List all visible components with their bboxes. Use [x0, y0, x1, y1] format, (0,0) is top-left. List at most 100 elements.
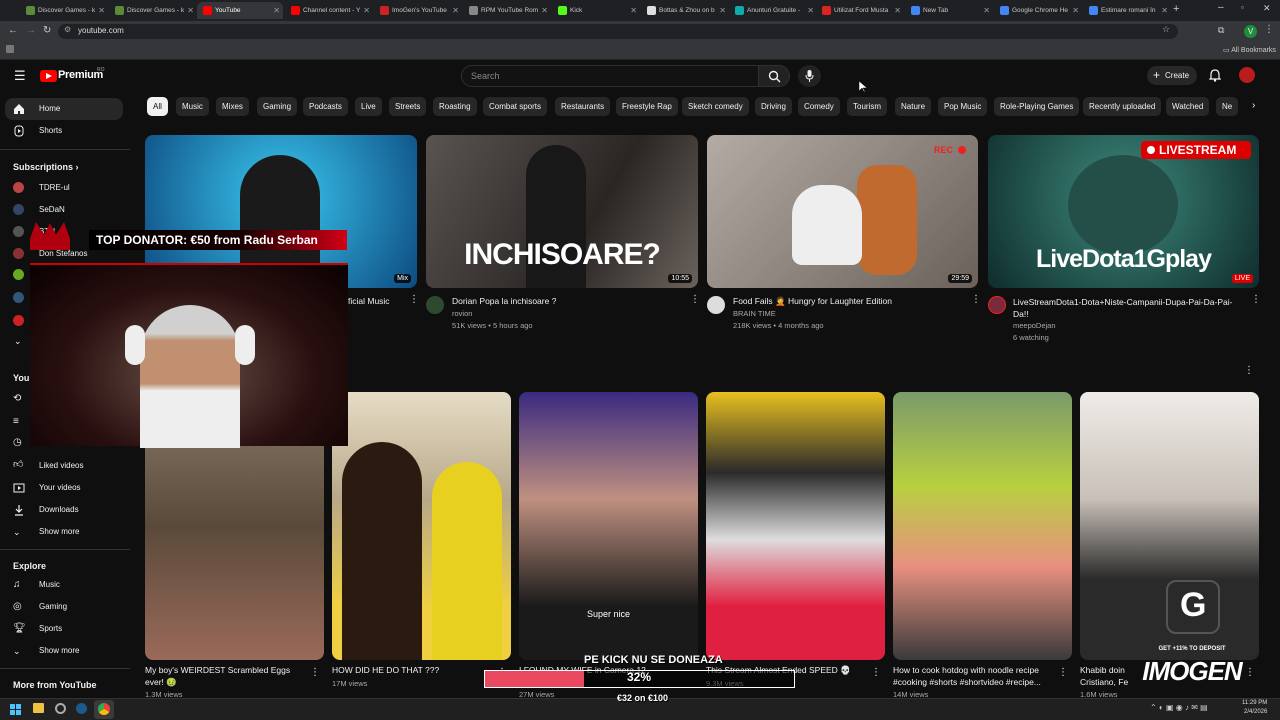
- new-tab-icon[interactable]: +: [1173, 3, 1179, 15]
- more-options-icon[interactable]: ⋮: [871, 667, 881, 678]
- clock-date[interactable]: 2/4/2026: [1244, 709, 1267, 715]
- chrome-taskbar-button[interactable]: [94, 700, 114, 719]
- minimize-icon[interactable]: –: [1218, 2, 1224, 13]
- filter-chip[interactable]: Roasting: [433, 97, 477, 116]
- steam-icon[interactable]: [76, 703, 87, 714]
- filter-chip[interactable]: Recently uploaded: [1083, 97, 1162, 116]
- sidebar-item-liked[interactable]: 👍︎ Liked videos: [0, 455, 135, 477]
- channel-avatar[interactable]: [13, 292, 24, 303]
- browser-tab[interactable]: Google Chrome He ✕: [994, 2, 1082, 19]
- close-icon[interactable]: ✕: [807, 2, 814, 19]
- close-icon[interactable]: ✕: [894, 2, 901, 19]
- channel-avatar[interactable]: [707, 296, 725, 314]
- browser-tab[interactable]: Kick ✕: [552, 2, 640, 19]
- browser-tab[interactable]: Utilizat Ford Musta ✕: [816, 2, 904, 19]
- close-icon[interactable]: ✕: [452, 2, 459, 19]
- video-title[interactable]: LiveStreamDota1-Dota+Niste-Campanii-Dupa…: [1013, 296, 1243, 320]
- sidebar-item-sports[interactable]: 🏆︎ Sports: [0, 618, 135, 640]
- sidebar-item-gaming[interactable]: ◎ Gaming: [0, 596, 135, 618]
- short-title[interactable]: My boy's WEIRDEST Scrambled Eggs: [145, 665, 290, 675]
- channel-avatar[interactable]: [13, 315, 24, 326]
- sidebar-item-home[interactable]: Home: [5, 98, 123, 120]
- apps-icon[interactable]: [6, 45, 14, 53]
- close-icon[interactable]: ✕: [630, 2, 637, 19]
- more-options-icon[interactable]: ⋮: [1251, 294, 1261, 305]
- maximize-icon[interactable]: ▫: [1241, 3, 1244, 12]
- chevron-down-icon[interactable]: ⌄: [14, 336, 22, 347]
- channel-avatar[interactable]: [13, 269, 24, 280]
- create-button[interactable]: + Create: [1147, 66, 1197, 85]
- video-title[interactable]: ficial Music: [348, 296, 390, 306]
- close-icon[interactable]: ✕: [719, 2, 726, 19]
- sidebar-sub-item[interactable]: SeDaN: [0, 199, 135, 221]
- watch-later-icon[interactable]: ◷: [13, 437, 22, 448]
- history-icon[interactable]: ⟲: [13, 393, 21, 404]
- filter-chip[interactable]: Nature: [895, 97, 932, 116]
- filter-chip[interactable]: Freestyle Rap: [616, 97, 678, 116]
- filter-chip[interactable]: Sketch comedy: [682, 97, 749, 116]
- short-thumbnail[interactable]: [706, 392, 885, 660]
- profile-avatar-icon[interactable]: V: [1244, 25, 1257, 38]
- channel-avatar[interactable]: [426, 296, 444, 314]
- system-tray-icons[interactable]: ⌃ ◐ ▣ ◉ ♪ ✉ ▤: [1150, 703, 1208, 712]
- short-thumbnail[interactable]: Super nice: [519, 392, 698, 660]
- filter-chip[interactable]: Comedy: [798, 97, 840, 116]
- subscriptions-heading[interactable]: Subscriptions ›: [13, 162, 79, 172]
- browser-tab[interactable]: Bottas & Zhou on b ✕: [641, 2, 729, 19]
- back-icon[interactable]: ←: [8, 25, 18, 36]
- filter-chip[interactable]: Streets: [389, 97, 427, 116]
- short-title[interactable]: How to cook hotdog with noodle recipe: [893, 665, 1058, 675]
- close-icon[interactable]: ✕: [1072, 2, 1079, 19]
- video-thumbnail[interactable]: LIVESTREAM LiveDota1Gplay LIVE: [988, 135, 1259, 288]
- more-options-icon[interactable]: ⋮: [971, 294, 981, 305]
- filter-chip[interactable]: Tourism: [847, 97, 888, 116]
- more-options-icon[interactable]: ⋮: [690, 294, 700, 305]
- filter-chip[interactable]: Watched: [1166, 97, 1210, 116]
- sidebar-show-more-2[interactable]: ⌄ Show more: [0, 640, 135, 662]
- video-title[interactable]: Dorian Popa la inchisoare ?: [452, 296, 556, 306]
- close-icon[interactable]: ✕: [273, 2, 280, 19]
- hamburger-menu-icon[interactable]: ☰: [14, 68, 26, 84]
- channel-name[interactable]: rovion: [452, 309, 472, 318]
- close-icon[interactable]: ✕: [363, 2, 370, 19]
- windows-start-icon[interactable]: [10, 704, 21, 715]
- filter-chip[interactable]: Restaurants: [555, 97, 611, 116]
- sidebar-item-shorts[interactable]: Shorts: [0, 120, 135, 142]
- sidebar-show-more[interactable]: ⌄ Show more: [0, 521, 135, 543]
- obs-icon[interactable]: [55, 703, 66, 714]
- browser-tab[interactable]: Discover Games - k ✕: [20, 2, 108, 19]
- channel-avatar[interactable]: [988, 296, 1006, 314]
- browser-tab[interactable]: Anunturi Gratuite - ✕: [729, 2, 817, 19]
- url-field[interactable]: ⚙ youtube.com ☆: [58, 24, 1178, 39]
- short-thumbnail[interactable]: [893, 392, 1072, 660]
- filter-chip[interactable]: Gaming: [257, 97, 298, 116]
- browser-tab[interactable]: RPM YouTube Rom ✕: [463, 2, 551, 19]
- forward-icon[interactable]: →: [26, 25, 36, 36]
- shorts-more-options-icon[interactable]: ⋮: [1244, 365, 1254, 376]
- window-close-icon[interactable]: ✕: [1263, 3, 1271, 14]
- short-title-line2[interactable]: #cooking #shorts #shortvideo #recipe...: [893, 677, 1058, 687]
- extensions-icon[interactable]: ⧉: [1218, 25, 1224, 36]
- file-explorer-icon[interactable]: [33, 703, 44, 713]
- browser-tab-active[interactable]: YouTube ✕: [197, 2, 283, 19]
- you-heading[interactable]: You: [13, 373, 29, 383]
- more-options-icon[interactable]: ⋮: [409, 294, 419, 305]
- clock-time[interactable]: 11:29 PM: [1242, 700, 1267, 706]
- close-icon[interactable]: ✕: [1161, 2, 1168, 19]
- channel-name[interactable]: BRAIN TIME: [733, 309, 776, 318]
- short-thumbnail[interactable]: [332, 392, 511, 660]
- filter-chip[interactable]: Live: [355, 97, 382, 116]
- video-title[interactable]: Food Fails 🤦 Hungry for Laughter Edition: [733, 296, 963, 307]
- channel-name[interactable]: meepoDejan: [1013, 321, 1056, 330]
- site-info-icon[interactable]: ⚙: [64, 25, 71, 34]
- filter-chip[interactable]: Podcasts: [303, 97, 348, 116]
- browser-tab[interactable]: Estimare romani în ✕: [1083, 2, 1171, 19]
- sidebar-item-your-videos[interactable]: Your videos: [0, 477, 135, 499]
- short-title[interactable]: HOW DID HE DO THAT ???: [332, 665, 439, 675]
- close-icon[interactable]: ✕: [983, 2, 990, 19]
- close-icon[interactable]: ✕: [541, 2, 548, 19]
- reload-icon[interactable]: ↻: [43, 25, 51, 36]
- filter-chip[interactable]: Driving: [755, 97, 792, 116]
- sidebar-sub-item[interactable]: TDRE-ul: [0, 177, 135, 199]
- close-icon[interactable]: ✕: [187, 2, 194, 19]
